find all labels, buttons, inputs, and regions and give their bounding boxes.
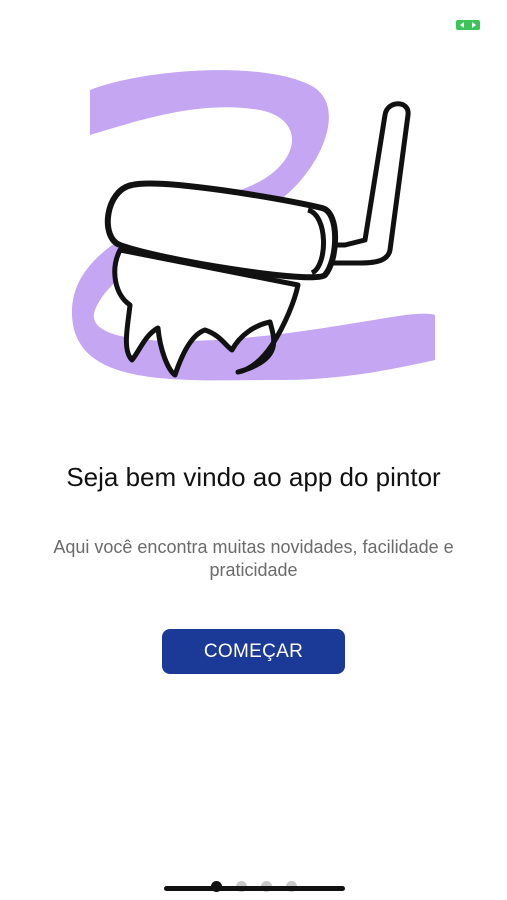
roller-handle: [325, 101, 411, 266]
home-indicator[interactable]: [164, 886, 345, 891]
start-button[interactable]: COMEÇAR: [162, 629, 345, 674]
paint-roller-illustration: [71, 70, 435, 381]
welcome-subtitle: Aqui você encontra muitas novidades, fac…: [53, 537, 454, 580]
battery-charging-icon: [456, 20, 480, 30]
welcome-title: Seja bem vindo ao app do pintor: [66, 462, 441, 492]
